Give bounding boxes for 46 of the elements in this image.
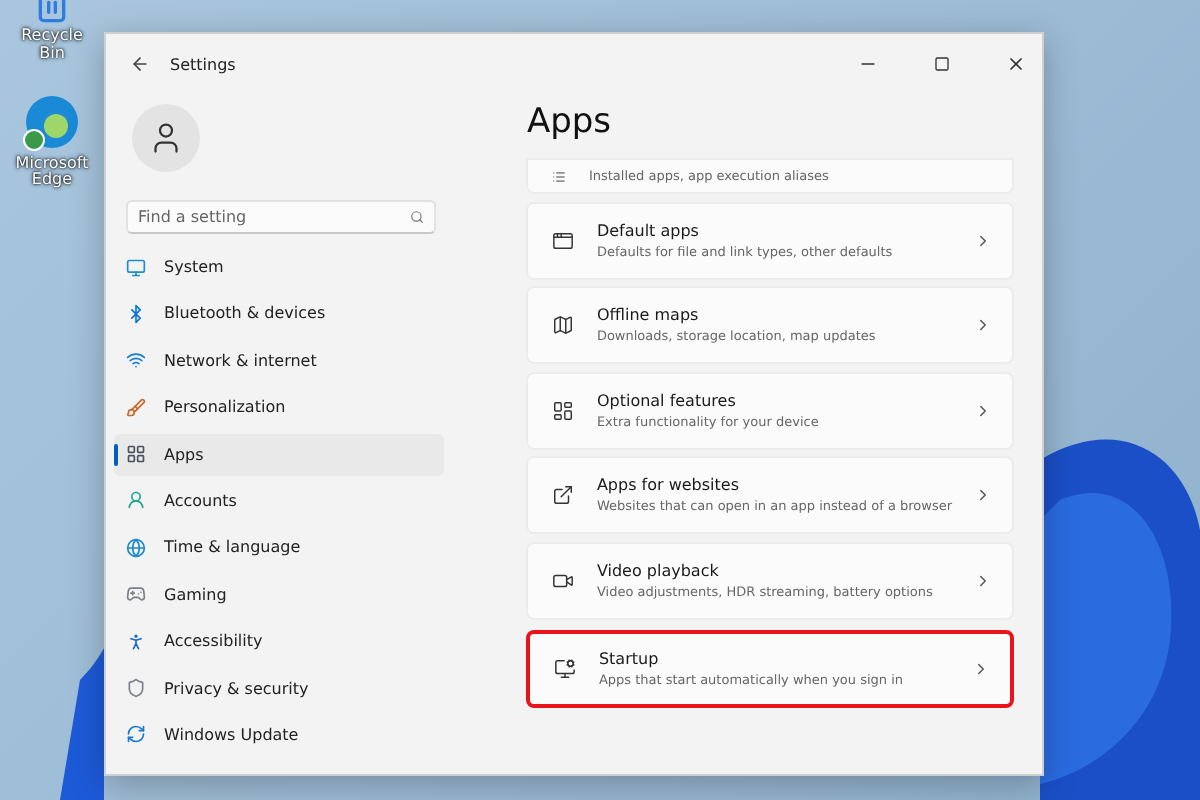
avatar[interactable] (132, 104, 200, 172)
list-icon (552, 169, 567, 184)
card-title: Startup (598, 650, 661, 669)
nav-item[interactable]: Network & internet (114, 339, 445, 382)
chevron-icon (972, 660, 990, 679)
chevron-icon (974, 231, 992, 250)
chevron-icon (974, 401, 992, 420)
person-icon (126, 490, 146, 511)
nav-item[interactable]: Privacy & security (114, 667, 445, 710)
nav-item[interactable]: Personalization (114, 386, 445, 429)
chevron-icon (974, 316, 992, 335)
map-icon (552, 314, 575, 337)
video-camera-icon (552, 569, 575, 592)
window-gear-icon (554, 658, 577, 681)
chevron-icon (974, 486, 992, 505)
gamepad-icon (126, 584, 146, 605)
accessibility-icon (126, 631, 146, 652)
close-icon (1005, 54, 1025, 74)
link-window-icon (552, 484, 575, 507)
search-icon (410, 210, 425, 224)
shield-icon (126, 678, 146, 699)
brush-icon (126, 397, 146, 418)
browser-logo-icon[interactable] (22, 91, 82, 152)
card-title: Default apps (596, 221, 701, 240)
card-title: Offline maps (596, 306, 701, 325)
nav-item[interactable]: Windows Update (114, 713, 445, 756)
back-icon[interactable] (130, 54, 150, 74)
window-title: Settings (170, 55, 238, 73)
nav-item[interactable]: Time & language (114, 526, 445, 569)
nav-item[interactable]: Apps (114, 433, 445, 476)
card-title: Apps for websites (596, 476, 741, 495)
card-title: Optional features (596, 391, 738, 410)
nav-item[interactable]: Bluetooth & devices (114, 292, 445, 335)
bluetooth-icon (126, 303, 146, 324)
card-title: Video playback (596, 561, 721, 580)
nav-item[interactable]: Accessibility (114, 620, 445, 663)
monitor-icon (126, 257, 146, 277)
nav-item[interactable]: Accounts (114, 479, 445, 522)
nav-item[interactable]: System (114, 246, 445, 288)
apps-grid-icon (126, 444, 146, 465)
page-title: Apps (526, 102, 614, 143)
update-icon (126, 724, 146, 745)
search-field[interactable]: Find a setting (126, 200, 437, 234)
chevron-icon (974, 571, 992, 590)
nav-item[interactable]: Gaming (114, 573, 445, 616)
maximize-icon (933, 56, 949, 72)
